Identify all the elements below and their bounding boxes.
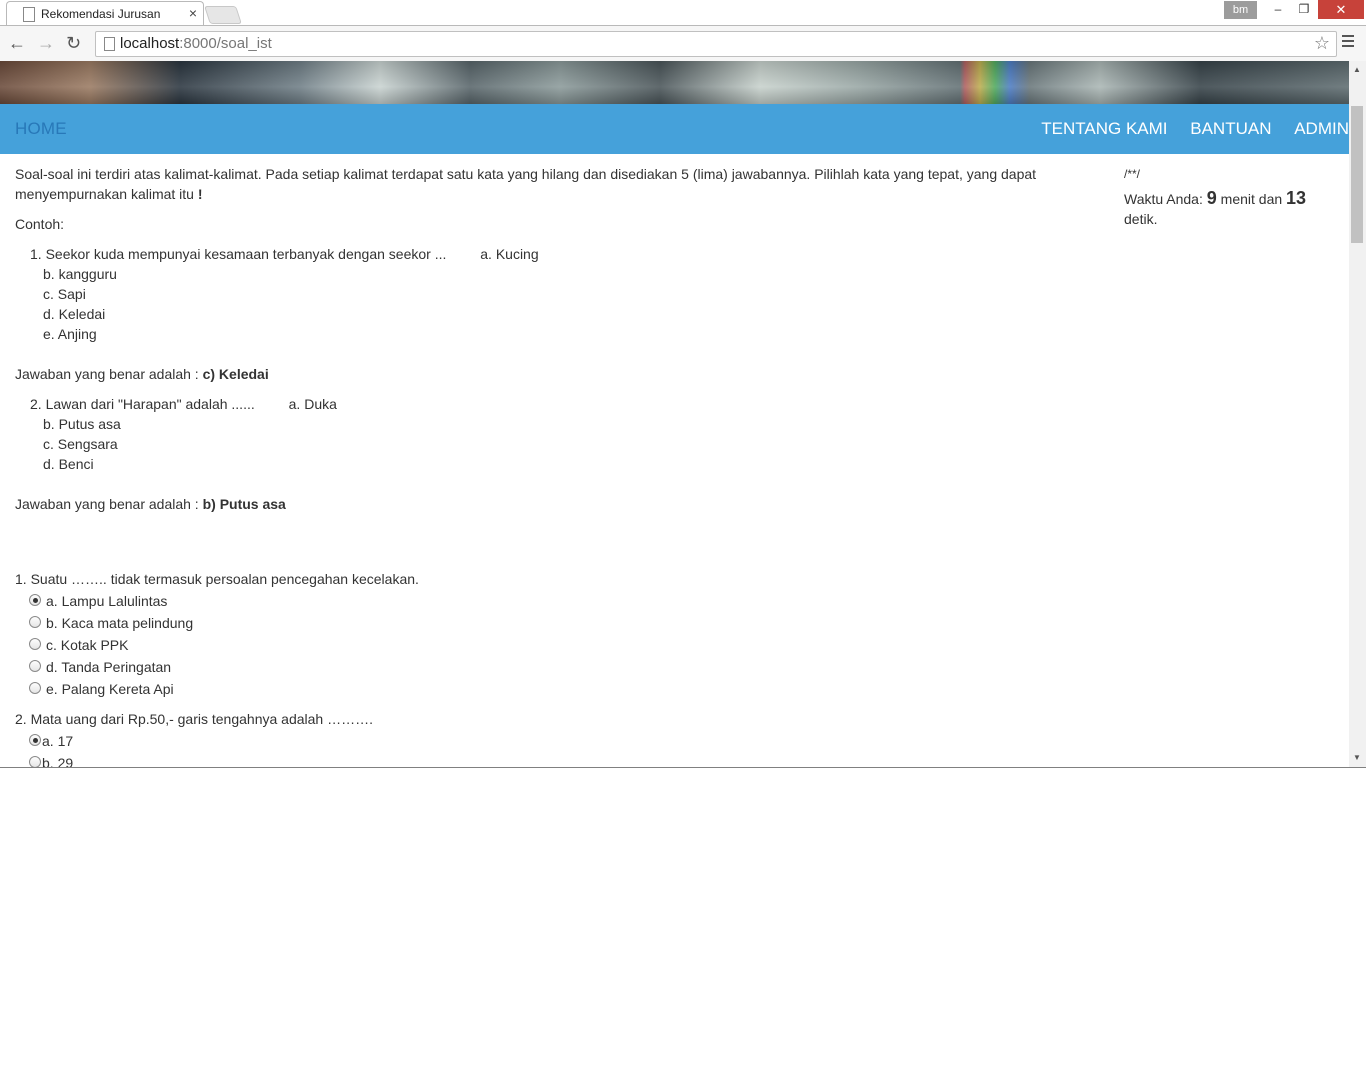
- page-icon: [23, 7, 35, 22]
- back-arrow-icon[interactable]: ←: [8, 33, 26, 54]
- answer-option[interactable]: e. Palang Kereta Api: [15, 679, 1075, 701]
- timer-code-text: /**/: [1124, 167, 1141, 181]
- question-1: 1. Suatu …….. tidak termasuk persoalan p…: [15, 569, 1075, 701]
- example-option: a. Duka: [288, 396, 337, 412]
- address-bar[interactable]: localhost:8000/soal_ist ☆: [95, 31, 1337, 57]
- radio-button[interactable]: [29, 638, 41, 650]
- tab-close-icon[interactable]: ×: [189, 5, 197, 21]
- reload-icon[interactable]: ↻: [66, 33, 81, 54]
- answer-option[interactable]: b. 29: [15, 753, 1075, 767]
- radio-button[interactable]: [29, 660, 41, 672]
- browser-titlebar: Rekomendasi Jurusan × bm – ❐ ✕: [0, 0, 1366, 26]
- answer-option[interactable]: a. 17: [15, 731, 1075, 753]
- url-text: localhost:8000/soal_ist: [120, 35, 272, 52]
- page-viewport: HOME TENTANG KAMI BANTUAN ADMIN Soal-soa…: [0, 61, 1349, 767]
- answer-option[interactable]: a. Lampu Lalulintas: [15, 591, 1075, 613]
- example-question-text: 2. Lawan dari "Harapan" adalah ......: [30, 396, 255, 412]
- scroll-down-icon[interactable]: ▼: [1353, 753, 1361, 762]
- page-icon: [104, 37, 115, 51]
- restore-button[interactable]: ❐: [1291, 0, 1317, 19]
- header-banner-image: [0, 61, 1349, 104]
- example-label: Contoh:: [15, 216, 65, 232]
- scroll-thumb[interactable]: [1351, 106, 1363, 243]
- page-scrollbar[interactable]: ▲ ▼: [1349, 61, 1366, 767]
- radio-button[interactable]: [29, 594, 41, 606]
- question-2: 2. Mata uang dari Rp.50,- garis tengahny…: [15, 709, 1075, 767]
- scroll-up-icon[interactable]: ▲: [1353, 65, 1361, 74]
- example-option: e. Anjing: [43, 326, 97, 342]
- minimize-button[interactable]: –: [1265, 0, 1291, 19]
- example-option: b. kangguru: [43, 266, 117, 282]
- instructions-text: Soal-soal ini terdiri atas kalimat-kalim…: [15, 166, 1037, 202]
- radio-button[interactable]: [29, 616, 41, 628]
- tab-title: Rekomendasi Jurusan: [41, 7, 161, 21]
- top-navbar: HOME TENTANG KAMI BANTUAN ADMIN: [0, 104, 1349, 154]
- example-question-1: 1. Seekor kuda mempunyai kesamaan terban…: [15, 244, 1075, 344]
- browser-menu-icon[interactable]: [1342, 35, 1354, 50]
- example-option: d. Keledai: [43, 306, 106, 322]
- timer-panel: /**/ Waktu Anda: 9 menit dan 13 detik.: [1124, 164, 1334, 229]
- example-option: a. Kucing: [480, 246, 539, 262]
- example-option: d. Benci: [43, 456, 94, 472]
- answer-option[interactable]: b. Kaca mata pelindung: [15, 613, 1075, 635]
- radio-button[interactable]: [29, 756, 41, 767]
- window-bottom-border: [0, 767, 1366, 768]
- example-answer-1: Jawaban yang benar adalah : c) Keledai: [15, 366, 269, 382]
- bookmark-star-icon[interactable]: ☆: [1314, 33, 1330, 54]
- user-profile-badge[interactable]: bm: [1224, 1, 1257, 19]
- question-text: 2. Mata uang dari Rp.50,- garis tengahny…: [15, 711, 373, 727]
- nav-bantuan-link[interactable]: BANTUAN: [1190, 119, 1271, 138]
- browser-tab[interactable]: Rekomendasi Jurusan ×: [6, 1, 204, 26]
- close-window-button[interactable]: ✕: [1318, 0, 1364, 19]
- timer-minutes: 9: [1206, 188, 1217, 208]
- radio-button[interactable]: [29, 682, 41, 694]
- example-answer-2: Jawaban yang benar adalah : b) Putus asa: [15, 496, 286, 512]
- example-option: b. Putus asa: [43, 416, 121, 432]
- answer-option[interactable]: d. Tanda Peringatan: [15, 657, 1075, 679]
- timer-text: Waktu Anda: 9 menit dan 13 detik.: [1124, 188, 1307, 227]
- new-tab-button[interactable]: [204, 6, 242, 24]
- forward-arrow-icon[interactable]: →: [37, 33, 55, 54]
- timer-seconds: 13: [1286, 188, 1307, 208]
- example-option: c. Sengsara: [43, 436, 118, 452]
- nav-right-links: TENTANG KAMI BANTUAN ADMIN: [1023, 119, 1349, 139]
- nav-tentang-kami-link[interactable]: TENTANG KAMI: [1041, 119, 1167, 138]
- question-text: 1. Suatu …….. tidak termasuk persoalan p…: [15, 571, 419, 587]
- nav-admin-link[interactable]: ADMIN: [1294, 119, 1349, 138]
- example-option: c. Sapi: [43, 286, 86, 302]
- browser-toolbar: ← → ↻ localhost:8000/soal_ist ☆: [0, 25, 1366, 62]
- example-question-2: 2. Lawan dari "Harapan" adalah ...... a.…: [15, 394, 1075, 474]
- example-question-text: 1. Seekor kuda mempunyai kesamaan terban…: [30, 246, 447, 262]
- nav-home-link[interactable]: HOME: [15, 119, 67, 139]
- radio-button[interactable]: [29, 734, 41, 746]
- main-content: Soal-soal ini terdiri atas kalimat-kalim…: [15, 164, 1075, 767]
- answer-option[interactable]: c. Kotak PPK: [15, 635, 1075, 657]
